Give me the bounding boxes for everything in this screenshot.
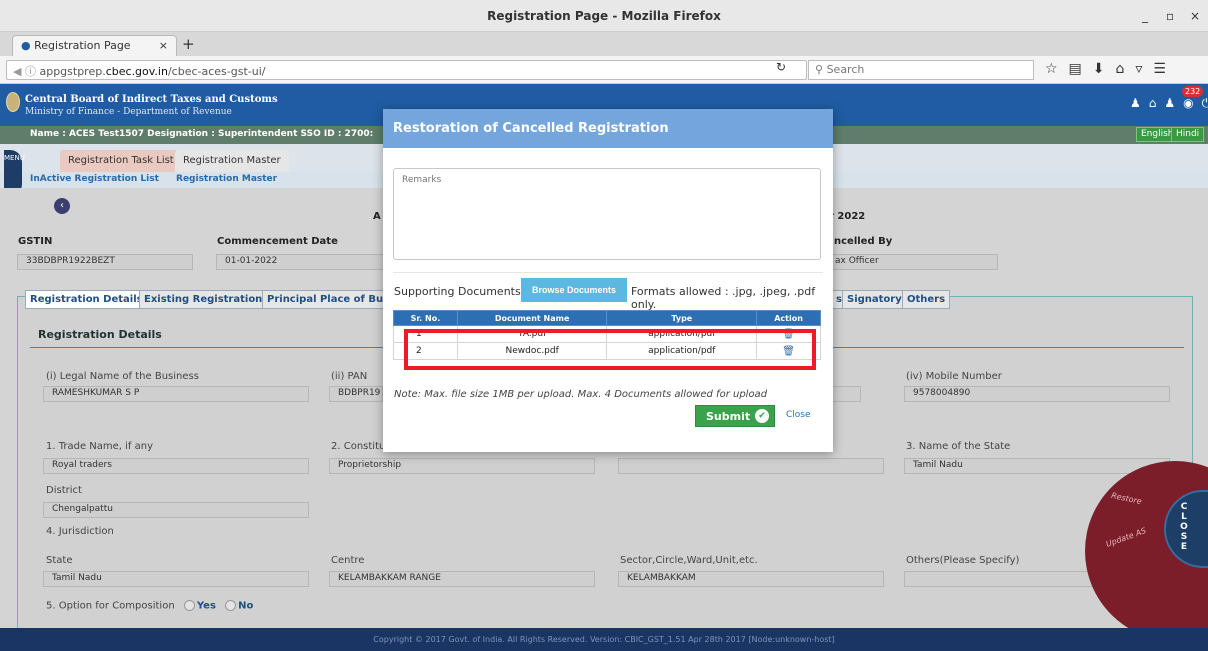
tab-principal-place[interactable]: Principal Place of Busi	[262, 290, 398, 309]
restore-action[interactable]: Restore	[1110, 491, 1142, 506]
trade-name-field[interactable]: Royal traders	[43, 458, 309, 474]
tab-registration-task-list[interactable]: Registration Task List	[60, 150, 182, 172]
cancelled-by-label: ncelled By	[834, 236, 893, 247]
mobile-label: (iv) Mobile Number	[906, 371, 1002, 382]
url-prefix: appgstprep.	[39, 65, 106, 78]
formats-allowed-text: Formats allowed : .jpg, .jpeg, .pdf only…	[631, 285, 816, 311]
close-window-button[interactable]: ×	[1190, 9, 1200, 23]
composition-label: 5. Option for Composition	[46, 600, 175, 612]
composition-row: 5. Option for Composition Yes No	[46, 600, 253, 612]
tab-registration-master[interactable]: Registration Master	[175, 150, 289, 172]
new-tab-button[interactable]: +	[182, 35, 195, 53]
close-link[interactable]: Close	[786, 410, 811, 420]
district-label: District	[46, 485, 82, 496]
page-footer: Copyright © 2017 Govt. of India. All Rig…	[0, 628, 1208, 651]
check-icon: ✔	[755, 409, 769, 423]
tab-close-button[interactable]: ×	[159, 39, 168, 52]
highlight-box	[404, 329, 816, 370]
yes-radio[interactable]	[183, 600, 195, 611]
col-document-name: Document Name	[456, 310, 608, 326]
page-heading-left: A	[373, 211, 381, 222]
modal-title: Restoration of Cancelled Registration	[383, 109, 833, 148]
browser-tab[interactable]: ● Registration Page ×	[12, 35, 177, 56]
maximize-button[interactable]: ▫	[1166, 9, 1174, 23]
lang-hindi-button[interactable]: Hindi	[1171, 127, 1205, 142]
state-label: State	[46, 555, 73, 566]
back-icon[interactable]: ◀	[13, 65, 21, 78]
legal-name-field[interactable]: RAMESHKUMAR S P	[43, 386, 309, 402]
col-type: Type	[606, 310, 758, 326]
constitution-field[interactable]: Proprietorship	[329, 458, 595, 474]
others-label: Others(Please Specify)	[906, 555, 1020, 566]
browser-navbar: ◀ ⓘ appgstprep.cbec.gov.in/cbec-aces-gst…	[0, 56, 1208, 84]
upload-note: Note: Max. file size 1MB per upload. Max…	[394, 389, 768, 400]
wheel-close-label: CLOSE	[1180, 502, 1188, 552]
window-titlebar: Registration Page - Mozilla Firefox _ ▫ …	[0, 0, 1208, 32]
tab-title: Registration Page	[34, 39, 131, 52]
no-label: No	[238, 600, 254, 612]
supporting-docs-text: Supporting Documents	[394, 285, 521, 298]
yes-label: Yes	[196, 600, 216, 612]
window-title: Registration Page - Mozilla Firefox	[487, 9, 721, 23]
breadcrumb-registration-master[interactable]: Registration Master	[176, 174, 277, 184]
pan-label: (ii) PAN	[331, 371, 368, 382]
org-subtitle: Ministry of Finance - Department of Reve…	[25, 107, 232, 117]
notification-badge: 232	[1182, 86, 1204, 97]
tab-others[interactable]: Others	[902, 290, 951, 309]
info-icon[interactable]: ⓘ	[25, 65, 36, 78]
pan-field[interactable]: BDBPR19	[329, 386, 383, 402]
gstin-field[interactable]: 33BDBPR1922BEZT	[17, 254, 193, 270]
tab-favicon-icon: ●	[21, 39, 31, 52]
search-placeholder: Search	[826, 63, 865, 76]
cancelled-by-field[interactable]: ax Officer	[832, 254, 998, 270]
search-icon: ⚲	[815, 63, 824, 76]
trade-name-label: 1. Trade Name, if any	[46, 441, 153, 452]
breadcrumb-inactive-list[interactable]: InActive Registration List	[30, 174, 159, 184]
centre-label: Centre	[331, 555, 365, 566]
tab-existing-registrations[interactable]: Existing Registrations	[139, 290, 274, 309]
gstin-label: GSTIN	[18, 236, 53, 247]
url-bar[interactable]: ◀ ⓘ appgstprep.cbec.gov.in/cbec-aces-gst…	[6, 60, 807, 80]
sector-field[interactable]: KELAMBAKKAM	[618, 571, 884, 587]
state-name-label: 3. Name of the State	[906, 441, 1011, 452]
minimize-button[interactable]: _	[1142, 9, 1148, 23]
section-title: Registration Details	[38, 328, 162, 341]
submit-label: Submit	[706, 410, 751, 423]
commencement-field[interactable]: 01-01-2022	[216, 254, 386, 270]
supporting-docs-label: Supporting Documents * :	[394, 285, 537, 298]
legal-name-label: (i) Legal Name of the Business	[46, 371, 199, 382]
centre-field[interactable]: KELAMBAKKAM RANGE	[329, 571, 595, 587]
org-name: Central Board of Indirect Taxes and Cust…	[25, 94, 278, 105]
commencement-label: Commencement Date	[217, 236, 338, 247]
url-domain: cbec.gov.in	[105, 65, 168, 78]
state-field[interactable]: Tamil Nadu	[43, 571, 309, 587]
emblem-logo	[6, 92, 20, 112]
update-as-action[interactable]: Update AS	[1105, 526, 1148, 549]
browser-search-input[interactable]: ⚲ Search	[808, 60, 1034, 80]
header-icons[interactable]: ♟⌂♟◉⏻	[1130, 96, 1208, 111]
browse-documents-button[interactable]: Browse Documents	[521, 278, 627, 302]
tab-signatory[interactable]: Signatory	[842, 290, 907, 309]
mobile-field[interactable]: 9578004890	[904, 386, 1170, 402]
hidden-field-fragment	[832, 386, 861, 402]
district-field[interactable]: Chengalpattu	[43, 502, 309, 518]
toolbar-icons[interactable]: ☆▤⬇⌂▿☰	[1045, 61, 1177, 77]
jurisdiction-label: 4. Jurisdiction	[46, 526, 114, 537]
back-arrow-icon[interactable]: ‹	[54, 198, 70, 214]
col-action: Action	[756, 310, 821, 326]
blank-field[interactable]	[618, 458, 884, 474]
url-path: /cbec-aces-gst-ui/	[167, 65, 266, 78]
constitution-label: 2. Constitu	[331, 441, 386, 452]
sector-label: Sector,Circle,Ward,Unit,etc.	[620, 555, 758, 566]
reload-icon[interactable]: ↻	[776, 60, 786, 74]
no-radio[interactable]	[225, 600, 237, 611]
modal-divider	[393, 272, 823, 273]
col-sr-no: Sr. No.	[393, 310, 458, 326]
tab-registration-details[interactable]: Registration Details	[25, 290, 148, 309]
page-heading-right: r 2022	[829, 211, 866, 222]
submit-button[interactable]: Submit ✔	[695, 405, 775, 427]
restoration-modal: Restoration of Cancelled Registration Su…	[383, 109, 833, 452]
remarks-input[interactable]	[393, 168, 821, 260]
